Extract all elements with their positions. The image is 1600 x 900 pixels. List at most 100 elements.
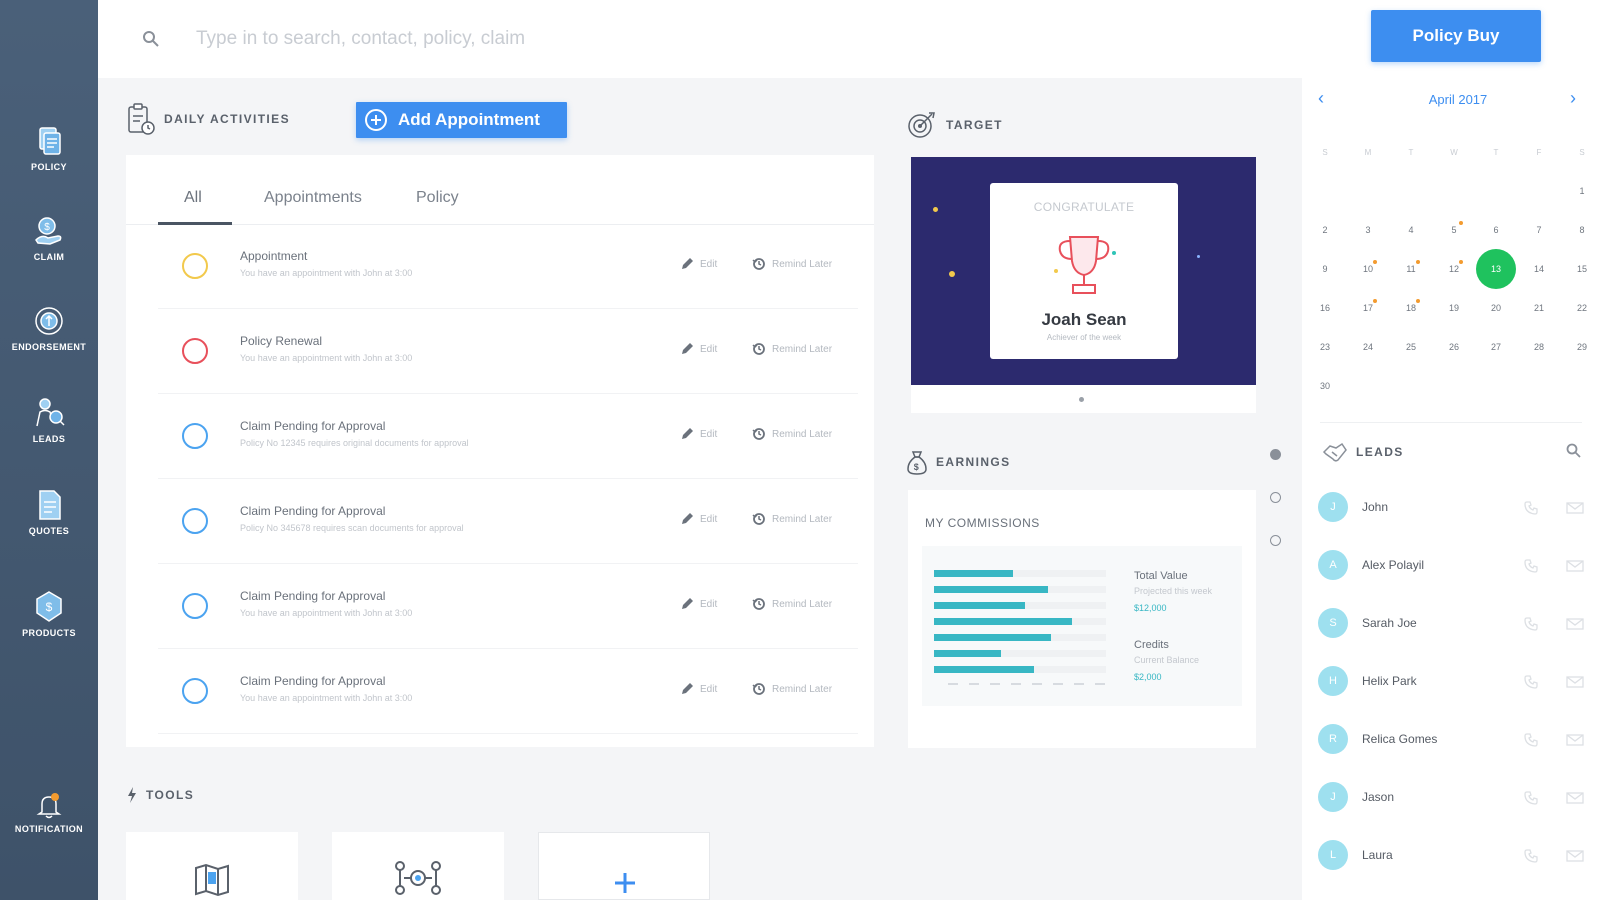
phone-icon[interactable] <box>1524 559 1538 573</box>
calendar-day[interactable]: 12 <box>1439 254 1469 284</box>
earnings-page-dot-3[interactable] <box>1270 535 1281 546</box>
sidebar-item-notification[interactable]: NOTIFICATION <box>0 790 98 834</box>
tab-policy[interactable]: Policy <box>416 189 459 207</box>
phone-icon[interactable] <box>1524 617 1538 631</box>
calendar-next-icon[interactable]: › <box>1570 88 1576 109</box>
commission-bar <box>934 634 1051 641</box>
mail-icon[interactable] <box>1566 675 1584 689</box>
lead-name: Laura <box>1362 848 1393 862</box>
remind-later-button[interactable]: Remind Later <box>752 512 832 526</box>
calendar-day[interactable]: 28 <box>1524 332 1554 362</box>
calendar-day[interactable]: 2 <box>1310 215 1340 245</box>
calendar-day[interactable]: 10 <box>1353 254 1383 284</box>
lead-row[interactable]: R Relica Gomes <box>1318 718 1588 762</box>
policy-buy-button[interactable]: Policy Buy <box>1371 10 1541 62</box>
calendar-day[interactable]: 9 <box>1310 254 1340 284</box>
calendar-day[interactable]: 21 <box>1524 293 1554 323</box>
calendar-day[interactable]: 25 <box>1396 332 1426 362</box>
mail-icon[interactable] <box>1566 849 1584 863</box>
remind-later-button[interactable]: Remind Later <box>752 427 832 441</box>
add-appointment-button[interactable]: Add Appointment <box>356 102 567 138</box>
calendar-day[interactable]: 7 <box>1524 215 1554 245</box>
svg-text:$: $ <box>44 222 50 233</box>
calendar-day[interactable]: 19 <box>1439 293 1469 323</box>
calendar-day[interactable]: 8 <box>1567 215 1597 245</box>
edit-button[interactable]: Edit <box>680 257 717 271</box>
search-input[interactable] <box>196 22 896 56</box>
calendar-day[interactable]: 22 <box>1567 293 1597 323</box>
phone-icon[interactable] <box>1524 675 1538 689</box>
edit-button[interactable]: Edit <box>680 427 717 441</box>
calendar-day[interactable]: 17 <box>1353 293 1383 323</box>
remind-later-button[interactable]: Remind Later <box>752 257 832 271</box>
mail-icon[interactable] <box>1566 501 1584 515</box>
calendar-day-today[interactable]: 13 <box>1476 249 1516 289</box>
calendar-day[interactable]: 27 <box>1481 332 1511 362</box>
lead-row[interactable]: H Helix Park <box>1318 660 1588 704</box>
mail-icon[interactable] <box>1566 733 1584 747</box>
mail-icon[interactable] <box>1566 791 1584 805</box>
sidebar-item-claim[interactable]: $ CLAIM <box>0 214 98 262</box>
edit-button[interactable]: Edit <box>680 512 717 526</box>
edit-button[interactable]: Edit <box>680 682 717 696</box>
phone-icon[interactable] <box>1524 733 1538 747</box>
lead-row[interactable]: S Sarah Joe <box>1318 602 1588 646</box>
calendar-day[interactable]: 15 <box>1567 254 1597 284</box>
sidebar-item-leads[interactable]: LEADS <box>0 396 98 444</box>
earnings-page-dot-1[interactable] <box>1270 449 1281 460</box>
earnings-page-dot-2[interactable] <box>1270 492 1281 503</box>
calendar-day[interactable]: 16 <box>1310 293 1340 323</box>
calendar-day[interactable]: 24 <box>1353 332 1383 362</box>
calendar-day[interactable]: 18 <box>1396 293 1426 323</box>
sidebar-item-products[interactable]: $ PRODUCTS <box>0 590 98 638</box>
remind-later-button[interactable]: Remind Later <box>752 597 832 611</box>
tool-card-add[interactable] <box>538 832 710 900</box>
lead-row[interactable]: J John <box>1318 486 1588 530</box>
activity-status-circle[interactable] <box>182 423 208 449</box>
mail-icon[interactable] <box>1566 559 1584 573</box>
sidebar-item-endorsement[interactable]: ENDORSEMENT <box>0 304 98 352</box>
lead-row[interactable]: L Laura <box>1318 834 1588 878</box>
calendar-day[interactable]: 30 <box>1310 371 1340 401</box>
calendar-day[interactable]: 11 <box>1396 254 1426 284</box>
avatar: S <box>1318 608 1348 638</box>
axis-tick <box>948 683 958 685</box>
calendar-day[interactable]: 6 <box>1481 215 1511 245</box>
calendar-event-dot <box>1416 260 1420 264</box>
lead-name: Jason <box>1362 790 1395 804</box>
star-decoration <box>949 271 955 277</box>
calendar-day[interactable]: 29 <box>1567 332 1597 362</box>
calendar-day[interactable]: 20 <box>1481 293 1511 323</box>
edit-button[interactable]: Edit <box>680 597 717 611</box>
remind-later-button[interactable]: Remind Later <box>752 342 832 356</box>
phone-icon[interactable] <box>1524 791 1538 805</box>
calendar-day[interactable]: 1 <box>1567 176 1597 206</box>
activity-status-circle[interactable] <box>182 508 208 534</box>
calendar-day[interactable]: 3 <box>1353 215 1383 245</box>
activity-status-circle[interactable] <box>182 678 208 704</box>
activity-status-circle[interactable] <box>182 253 208 279</box>
carousel-dot[interactable] <box>1079 397 1084 402</box>
tool-card-workflow[interactable] <box>332 832 504 900</box>
calendar-day[interactable]: 4 <box>1396 215 1426 245</box>
mail-icon[interactable] <box>1566 617 1584 631</box>
tab-appointments[interactable]: Appointments <box>264 189 362 207</box>
phone-icon[interactable] <box>1524 849 1538 863</box>
activity-status-circle[interactable] <box>182 338 208 364</box>
calendar-day[interactable]: 26 <box>1439 332 1469 362</box>
edit-button[interactable]: Edit <box>680 342 717 356</box>
remind-later-button[interactable]: Remind Later <box>752 682 832 696</box>
tool-card-map[interactable] <box>126 832 298 900</box>
calendar-day[interactable]: 5 <box>1439 215 1469 245</box>
leads-search-icon[interactable] <box>1566 443 1582 459</box>
phone-icon[interactable] <box>1524 501 1538 515</box>
sidebar-item-quotes[interactable]: QUOTES <box>0 488 98 536</box>
tab-all[interactable]: All <box>184 189 202 207</box>
activity-status-circle[interactable] <box>182 593 208 619</box>
calendar-day[interactable]: 23 <box>1310 332 1340 362</box>
calendar-prev-icon[interactable]: ‹ <box>1318 88 1324 109</box>
lead-row[interactable]: A Alex Polayil <box>1318 544 1588 588</box>
calendar-day[interactable]: 14 <box>1524 254 1554 284</box>
lead-row[interactable]: J Jason <box>1318 776 1588 820</box>
sidebar-item-policy[interactable]: POLICY <box>0 124 98 172</box>
